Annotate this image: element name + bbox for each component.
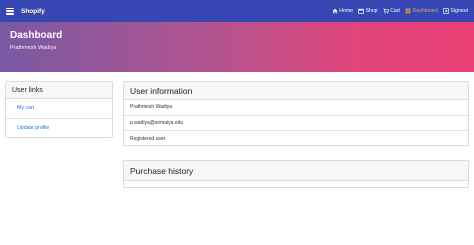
user-information-title: User information [130,85,193,96]
dashboard-hero: Dashboard Prathmesh Wadiya [0,22,474,72]
nav-items: Home Shop Cart Dashboard Signout [332,8,468,14]
user-information-card: User information Prathmesh Wadiya p.wadi… [123,81,469,146]
nav-home[interactable]: Home [332,8,353,14]
nav-signout[interactable]: Signout [443,8,468,14]
user-links-title: User links [12,86,43,94]
nav-shop-label: Shop [365,8,378,14]
nav-dashboard-label: Dashboard [412,8,438,14]
shop-icon [358,8,364,14]
my-cart-link[interactable]: My cart [17,105,34,111]
brand-link[interactable]: Shopify [21,8,45,15]
user-role: Registered user [130,135,166,142]
nav-shop[interactable]: Shop [358,8,378,14]
navbar: Shopify Home Shop Cart Dashboard Signout [0,0,474,22]
user-name: Prathmesh Wadiya [130,104,173,111]
user-information-header: User information [124,82,468,100]
nav-cart[interactable]: Cart [382,8,400,14]
home-icon [332,8,338,14]
list-item: Update profile [6,119,112,139]
list-item: p.wadiya@somaiya.edu [124,116,468,131]
menu-icon[interactable] [6,7,14,15]
nav-cart-label: Cart [390,8,400,14]
user-name-subtitle: Prathmesh Wadiya [10,45,57,51]
dashboard-icon [405,8,411,14]
page-title: Dashboard [10,30,63,41]
user-links-card: User links My cart Update profile [5,81,113,138]
purchase-history-title: Purchase history [130,165,194,176]
nav-dashboard[interactable]: Dashboard [405,8,438,14]
list-item: Registered user [124,131,468,147]
nav-signout-label: Signout [450,8,468,14]
update-profile-link[interactable]: Update profile [17,125,49,131]
list-item: Prathmesh Wadiya [124,100,468,116]
user-links-header: User links [6,82,112,99]
nav-home-label: Home [339,8,354,14]
signout-icon [443,8,449,14]
cart-icon [382,8,389,14]
purchase-history-header: Purchase history [124,161,468,181]
list-item: My cart [6,99,112,119]
user-email: p.wadiya@somaiya.edu [130,119,184,126]
purchase-history-card: Purchase history [123,160,469,188]
